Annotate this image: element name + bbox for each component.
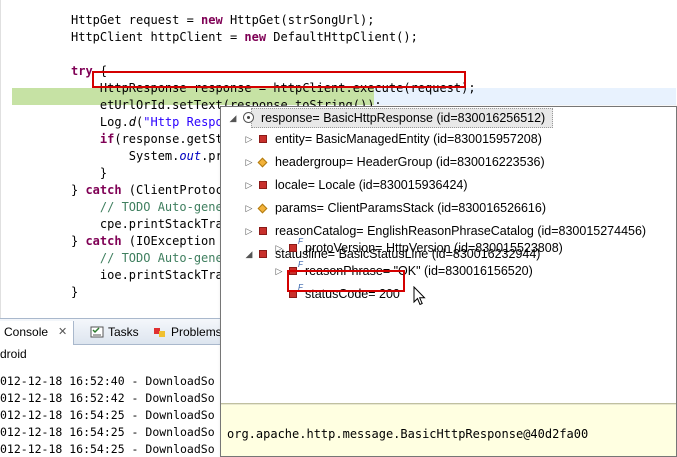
expand-icon[interactable]: ▷ xyxy=(273,237,285,259)
mouse-cursor-icon xyxy=(413,286,426,306)
tab-problems[interactable]: Problems xyxy=(153,321,222,345)
code-line[interactable]: } xyxy=(71,284,78,301)
code-line[interactable]: Log.d("Http Respo xyxy=(71,114,223,131)
expand-icon[interactable]: ▷ xyxy=(243,174,255,196)
tree-row-label: headergroup= HeaderGroup (id=83001622353… xyxy=(275,155,545,169)
private-final-field-icon xyxy=(289,244,297,252)
code-token: (response.getSt xyxy=(114,132,223,146)
code-line[interactable]: } catch (IOException xyxy=(71,233,216,250)
code-token: } xyxy=(71,234,86,248)
code-keyword: new xyxy=(244,30,267,44)
code-token: Log. xyxy=(71,115,129,129)
code-token: } xyxy=(71,285,79,299)
tree-row-label: response= BasicHttpResponse (id=83001625… xyxy=(261,111,546,125)
close-icon[interactable]: ✕ xyxy=(58,321,67,343)
variable-tree[interactable]: ◢ response= BasicHttpResponse (id=830016… xyxy=(221,107,676,403)
console-title: droid xyxy=(0,347,27,361)
tasks-tab-label: Tasks xyxy=(108,325,139,339)
code-token: (ClientProtoc xyxy=(121,183,223,197)
tree-row-label: entity= BasicManagedEntity (id=830015957… xyxy=(275,132,542,146)
problems-tab-label: Problems xyxy=(171,325,222,339)
collapse-icon[interactable]: ◢ xyxy=(243,243,255,265)
code-keyword: try xyxy=(71,64,93,78)
expand-icon[interactable]: ▷ xyxy=(243,220,255,242)
local-variable-icon xyxy=(243,112,254,123)
code-line[interactable]: cpe.printStackTra xyxy=(71,216,223,233)
code-token: HttpClient httpClient = xyxy=(71,30,245,44)
console-tab-label: Console xyxy=(4,325,49,339)
expand-icon[interactable]: ▷ xyxy=(273,260,285,282)
code-keyword: if xyxy=(99,132,115,146)
code-token: } xyxy=(71,166,108,180)
tab-console[interactable]: Console ✕ xyxy=(0,321,74,345)
tasks-icon xyxy=(90,326,104,338)
expand-icon[interactable]: ▷ xyxy=(243,151,255,173)
code-keyword: catch xyxy=(85,183,122,197)
code-token: System. xyxy=(71,149,180,163)
final-modifier-icon: F xyxy=(298,260,303,269)
editor-ruler xyxy=(0,0,1,318)
private-field-icon xyxy=(259,181,267,189)
protected-field-icon xyxy=(257,203,268,214)
private-field-icon xyxy=(259,227,267,235)
annotation-box-response xyxy=(92,71,466,88)
code-line[interactable]: HttpClient httpClient = new DefaultHttpC… xyxy=(71,29,418,46)
code-keyword: catch xyxy=(85,234,122,248)
code-token: out xyxy=(179,149,202,163)
tree-row-label: params= ClientParamsStack (id=8300165266… xyxy=(275,201,546,215)
console-log-line: 012-12-18 16:54:25 - DownloadSo xyxy=(0,408,215,422)
console-log-line: 012-12-18 16:52:40 - DownloadSo xyxy=(0,374,215,388)
code-comment: // TODO Auto-gene xyxy=(71,251,223,265)
private-field-icon xyxy=(259,135,267,143)
variable-hover-popup[interactable]: ◢ response= BasicHttpResponse (id=830016… xyxy=(220,106,677,457)
console-log-line: 012-12-18 16:52:42 - DownloadSo xyxy=(0,391,215,405)
tab-tasks[interactable]: Tasks xyxy=(90,321,139,345)
tree-row-label: protoVersion= HttpVersion (id=8300155238… xyxy=(305,241,563,255)
code-line[interactable]: ioe.printStackTra xyxy=(71,267,223,284)
code-token: (IOException xyxy=(121,234,216,248)
protected-field-icon xyxy=(257,157,268,168)
code-line[interactable]: // TODO Auto-gene xyxy=(71,199,223,216)
code-token: cpe.printStackTra xyxy=(71,217,223,231)
final-modifier-icon: F xyxy=(298,237,303,246)
code-keyword: new xyxy=(201,13,223,27)
code-line[interactable]: HttpGet request = new HttpGet(strSongUrl… xyxy=(71,12,374,29)
collapse-icon[interactable]: ◢ xyxy=(227,107,239,129)
code-token: HttpGet request = xyxy=(71,13,202,27)
annotation-box-statuscode xyxy=(287,270,405,292)
code-line[interactable]: } catch (ClientProtoc xyxy=(71,182,223,199)
code-token: HttpGet(strSongUrl); xyxy=(222,13,375,27)
code-line[interactable]: } xyxy=(71,165,107,182)
code-token: } xyxy=(71,183,86,197)
expand-icon[interactable]: ▷ xyxy=(243,197,255,219)
problems-icon xyxy=(154,328,165,337)
code-token: ioe.printStackTra xyxy=(71,268,223,282)
expand-icon[interactable]: ▷ xyxy=(243,128,255,150)
console-log-line: 012-12-18 16:54:25 - DownloadSo xyxy=(0,425,215,439)
detail-value: org.apache.http.message.BasicHttpRespons… xyxy=(227,427,589,441)
console-log-line: 012-12-18 16:54:25 - DownloadSo xyxy=(0,442,215,456)
code-token: DefaultHttpClient(); xyxy=(266,30,418,44)
code-line[interactable]: // TODO Auto-gene xyxy=(71,250,223,267)
code-token: d xyxy=(128,115,137,129)
private-field-icon xyxy=(259,250,267,258)
detail-pane[interactable]: org.apache.http.message.BasicHttpRespons… xyxy=(221,405,676,456)
tree-row-label: locale= Locale (id=830015936424) xyxy=(275,178,468,192)
code-line[interactable]: System.out.pr xyxy=(71,148,223,165)
code-comment: // TODO Auto-gene xyxy=(71,200,223,214)
code-line[interactable]: if(response.getSt xyxy=(71,131,223,148)
code-token: "Http Respo xyxy=(143,115,223,129)
